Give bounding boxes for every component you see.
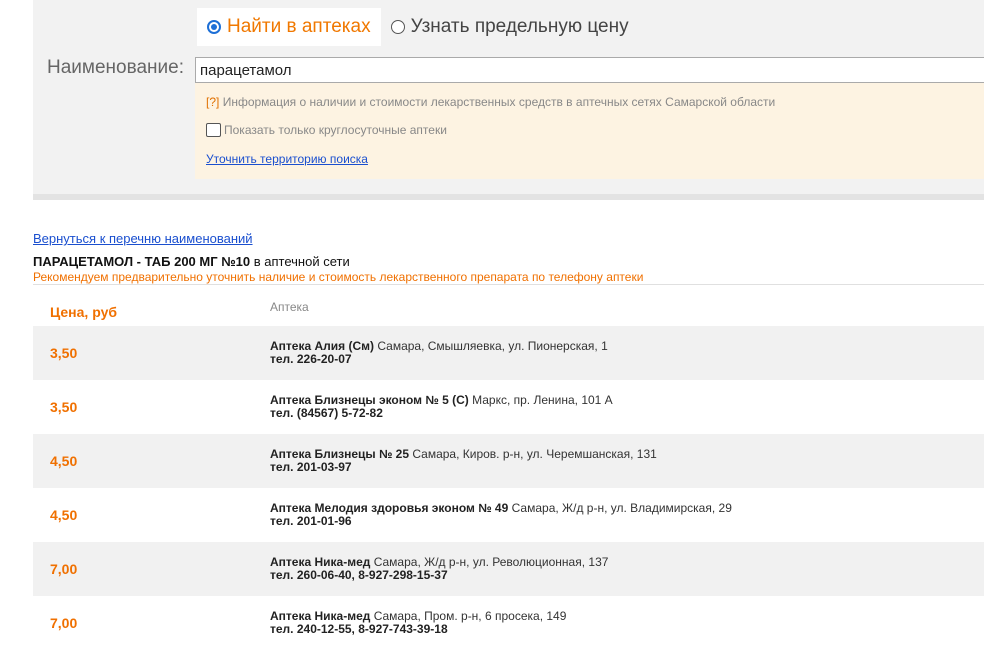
pharmacy-name: Аптека Алия (См) xyxy=(270,339,375,353)
search-mode-switch: Найти в аптеках Узнать предельную цену xyxy=(197,8,639,46)
pharmacy-info: Аптека Близнецы № 25 Самара, Киров. р-н,… xyxy=(270,448,657,474)
pharmacy-address: Самара, Ж/д р-н, ул. Владимирская, 29 xyxy=(508,501,732,515)
pharmacy-address: Самара, Киров. р-н, ул. Черемшанская, 13… xyxy=(409,447,657,461)
pharmacy-name: Аптека Близнецы № 25 xyxy=(270,447,410,461)
only-24h-label: Показать только круглосуточные аптеки xyxy=(224,123,447,137)
pharmacy-phone: тел. 260-06-40, 8-927-298-15-37 xyxy=(270,568,448,582)
pharmacy-info: Аптека Алия (См) Самара, Смышляевка, ул.… xyxy=(270,340,608,366)
pharmacy-name: Аптека Мелодия здоровья эконом № 49 xyxy=(270,501,509,515)
price-value: 4,50 xyxy=(50,507,78,523)
mode-find-in-pharmacies[interactable]: Найти в аптеках xyxy=(197,8,381,46)
table-header: Цена, руб Аптека xyxy=(33,285,984,326)
product-name: ПАРАЦЕТАМОЛ - ТАБ 200 МГ №10 xyxy=(33,254,251,269)
results-table: Цена, руб Аптека 3,50 Аптека Алия (См) С… xyxy=(33,284,984,650)
help-marker[interactable]: [?] xyxy=(206,95,219,109)
pharmacy-column-header: Аптека xyxy=(270,300,309,314)
pharmacy-info: Аптека Ника-мед Самара, Ж/д р-н, ул. Рев… xyxy=(270,556,608,582)
pharmacy-phone: тел. (84567) 5-72-82 xyxy=(270,406,383,420)
search-panel: Найти в аптеках Узнать предельную цену Н… xyxy=(33,0,984,200)
table-row: 3,50 Аптека Алия (См) Самара, Смышляевка… xyxy=(33,326,984,380)
table-row: 4,50 Аптека Близнецы № 25 Самара, Киров.… xyxy=(33,434,984,488)
territory-link[interactable]: Уточнить территорию поиска xyxy=(206,152,368,166)
price-value: 3,50 xyxy=(50,345,78,361)
product-title: ПАРАЦЕТАМОЛ - ТАБ 200 МГ №10 в аптечной … xyxy=(33,254,350,269)
pharmacy-phone: тел. 201-03-97 xyxy=(270,460,352,474)
mode-find-label: Найти в аптеках xyxy=(227,16,371,37)
pharmacy-info: Аптека Близнецы эконом № 5 (С) Маркс, пр… xyxy=(270,394,613,420)
back-to-list-link[interactable]: Вернуться к перечню наименований xyxy=(33,231,253,246)
recommendation-note: Рекомендуем предварительно уточнить нали… xyxy=(33,270,644,284)
price-value: 3,50 xyxy=(50,399,78,415)
name-label: Наименование: xyxy=(47,57,184,78)
table-row: 7,00 Аптека Ника-мед Самара, Ж/д р-н, ул… xyxy=(33,542,984,596)
pharmacy-name: Аптека Близнецы эконом № 5 (С) xyxy=(270,393,469,407)
name-search-input[interactable] xyxy=(195,57,984,83)
radio-checked-icon[interactable] xyxy=(207,20,221,34)
mode-max-price[interactable]: Узнать предельную цену xyxy=(381,8,639,46)
pharmacy-phone: тел. 201-01-96 xyxy=(270,514,352,528)
pharmacy-phone: тел. 240-12-55, 8-927-743-39-18 xyxy=(270,622,448,636)
info-box: [?] Информация о наличии и стоимости лек… xyxy=(195,83,984,179)
pharmacy-name: Аптека Ника-мед xyxy=(270,555,371,569)
pharmacy-address: Самара, Смышляевка, ул. Пионерская, 1 xyxy=(374,339,608,353)
price-value: 7,00 xyxy=(50,561,78,577)
product-suffix: в аптечной сети xyxy=(250,254,350,269)
pharmacy-address: Маркс, пр. Ленина, 101 А xyxy=(468,393,613,407)
pharmacy-info: Аптека Ника-мед Самара, Пром. р-н, 6 про… xyxy=(270,610,566,636)
pharmacy-address: Самара, Пром. р-н, 6 просека, 149 xyxy=(370,609,567,623)
table-row: 3,50 Аптека Близнецы эконом № 5 (С) Марк… xyxy=(33,380,984,434)
price-value: 7,00 xyxy=(50,615,78,631)
info-line: [?] Информация о наличии и стоимости лек… xyxy=(206,95,775,109)
pharmacy-address: Самара, Ж/д р-н, ул. Революционная, 137 xyxy=(370,555,609,569)
info-text: Информация о наличии и стоимости лекарст… xyxy=(222,95,776,109)
pharmacy-info: Аптека Мелодия здоровья эконом № 49 Сама… xyxy=(270,502,732,528)
mode-price-label: Узнать предельную цену xyxy=(410,16,629,37)
price-value: 4,50 xyxy=(50,453,78,469)
pharmacy-phone: тел. 226-20-07 xyxy=(270,352,352,366)
table-row: 7,00 Аптека Ника-мед Самара, Пром. р-н, … xyxy=(33,596,984,650)
table-row: 4,50 Аптека Мелодия здоровья эконом № 49… xyxy=(33,488,984,542)
price-column-header: Цена, руб xyxy=(50,304,118,320)
radio-unchecked-icon[interactable] xyxy=(390,20,405,34)
only-24h-option[interactable]: Показать только круглосуточные аптеки xyxy=(206,123,447,137)
only-24h-checkbox[interactable] xyxy=(206,123,221,137)
pharmacy-name: Аптека Ника-мед xyxy=(270,609,371,623)
